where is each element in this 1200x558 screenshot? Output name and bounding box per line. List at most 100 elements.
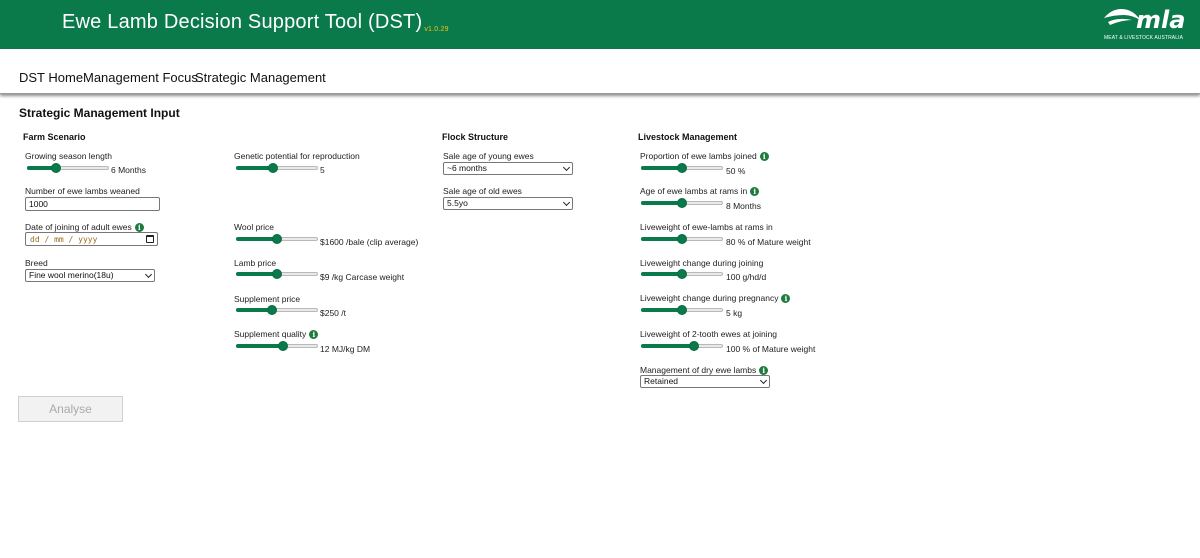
calendar-icon[interactable] (146, 235, 154, 243)
liveweight-at-rams-value: 80 % of Mature weight (726, 237, 811, 247)
slider-thumb[interactable] (272, 234, 282, 244)
lamb-price-label: Lamb price (234, 258, 277, 268)
slider-thumb[interactable] (677, 163, 687, 173)
growing-season-value: 6 Months (111, 165, 146, 175)
slider-fill (236, 272, 277, 276)
slider-thumb[interactable] (51, 163, 61, 173)
growing-season-label: Growing season length (25, 151, 112, 161)
old-ewes-select-value: 5.5yo (447, 198, 468, 208)
lamb-price-slider[interactable] (236, 269, 318, 279)
old-ewes-label: Sale age of old ewes (443, 186, 522, 196)
genetic-potential-label: Genetic potential for reproduction (234, 151, 360, 161)
slider-thumb[interactable] (689, 341, 699, 351)
slider-thumb[interactable] (677, 305, 687, 315)
proportion-joined-label-text: Proportion of ewe lambs joined (640, 151, 757, 161)
lw-change-pregnancy-value: 5 kg (726, 308, 743, 318)
ewe-lambs-weaned-input[interactable]: 1000 (25, 197, 160, 211)
age-at-rams-value: 8 Months (726, 201, 761, 211)
liveweight-at-rams-slider[interactable] (641, 234, 723, 244)
supplement-quality-slider[interactable] (236, 341, 318, 351)
young-ewes-select-value: ~6 months (447, 163, 487, 173)
supplement-quality-value: 12 MJ/kg DM (320, 344, 371, 354)
young-ewes-select[interactable]: ~6 months (443, 162, 573, 175)
lw-change-joining-slider[interactable] (641, 269, 723, 279)
slider-fill (641, 237, 682, 241)
nav-management-focus[interactable]: Management Focus (83, 70, 198, 85)
breed-select[interactable]: Fine wool merino(18u) (25, 269, 155, 282)
slider-thumb[interactable] (677, 269, 687, 279)
logo-subtext: MEAT & LIVESTOCK AUSTRALIA (1104, 35, 1184, 41)
wool-price-slider[interactable] (236, 234, 318, 244)
lw-two-tooth-label: Liveweight of 2-tooth ewes at joining (640, 329, 778, 339)
app-title: Ewe Lamb Decision Support Tool (DST) v1.0… (62, 11, 449, 34)
breed-select-value: Fine wool merino(18u) (29, 270, 114, 280)
young-ewes-label: Sale age of young ewes (443, 151, 534, 161)
joining-date-placeholder: dd / mm / yyyy (30, 235, 98, 244)
slider-thumb[interactable] (278, 341, 288, 351)
chevron-down-icon (562, 163, 571, 172)
supplement-price-value: $250 /t (320, 308, 346, 318)
analyse-button[interactable]: Analyse (18, 396, 123, 422)
age-at-rams-slider[interactable] (641, 198, 723, 208)
liveweight-at-rams-label: Liveweight of ewe-lambs at rams in (640, 222, 773, 232)
lw-change-pregnancy-label-text: Liveweight change during pregnancy (640, 293, 779, 303)
age-at-rams-label: Age of ewe lambs at rams in i (640, 186, 760, 196)
info-icon[interactable]: i (750, 186, 760, 196)
slider-fill (641, 201, 682, 205)
slider-fill (236, 237, 277, 241)
joining-date-label-text: Date of joining of adult ewes (25, 222, 132, 232)
info-icon[interactable]: i (134, 222, 144, 232)
supplement-quality-label-text: Supplement quality (234, 329, 307, 339)
genetic-potential-slider[interactable] (236, 163, 318, 173)
info-icon[interactable]: i (759, 365, 769, 375)
genetic-potential-value: 5 (320, 165, 325, 175)
chevron-down-icon (144, 270, 153, 279)
old-ewes-select[interactable]: 5.5yo (443, 197, 573, 210)
nav-strategic-management[interactable]: Strategic Management (195, 70, 326, 85)
lw-change-pregnancy-label: Liveweight change during pregnancy i (640, 293, 791, 303)
dry-ewe-lambs-label: Management of dry ewe lambs i (640, 365, 769, 375)
info-icon[interactable]: i (759, 151, 769, 161)
lw-change-joining-label: Liveweight change during joining (640, 258, 764, 268)
lw-change-pregnancy-slider[interactable] (641, 305, 723, 315)
slider-thumb[interactable] (268, 163, 278, 173)
wool-price-label: Wool price (234, 222, 274, 232)
nav-dst-home[interactable]: DST Home (19, 70, 83, 85)
lw-two-tooth-slider[interactable] (641, 341, 723, 351)
slider-thumb[interactable] (272, 269, 282, 279)
app-title-text: Ewe Lamb Decision Support Tool (DST) (62, 11, 423, 33)
info-icon[interactable]: i (781, 293, 791, 303)
chevron-down-icon (562, 198, 571, 207)
main-nav: DST Home Management Focus Strategic Mana… (0, 49, 1200, 94)
joining-date-input[interactable]: dd / mm / yyyy (25, 232, 158, 246)
dry-ewe-lambs-label-text: Management of dry ewe lambs (640, 365, 757, 375)
supplement-quality-label: Supplement quality i (234, 329, 319, 339)
lamb-price-value: $9 /kg Carcase weight (320, 272, 405, 282)
breed-label: Breed (25, 258, 48, 268)
page-title: Strategic Management Input (19, 106, 180, 120)
farm-scenario-title: Farm Scenario (23, 132, 86, 142)
slider-thumb[interactable] (677, 234, 687, 244)
lw-two-tooth-value: 100 % of Mature weight (726, 344, 816, 354)
joining-date-label: Date of joining of adult ewes i (25, 222, 144, 232)
slider-thumb[interactable] (677, 198, 687, 208)
slider-fill (641, 308, 682, 312)
wool-price-value: $1600 /bale (clip average) (320, 237, 419, 247)
slider-fill (236, 344, 283, 348)
chevron-down-icon (759, 376, 768, 385)
proportion-joined-value: 50 % (726, 166, 746, 176)
slider-thumb[interactable] (267, 305, 277, 315)
lw-change-joining-value: 100 g/hd/d (726, 272, 767, 282)
mla-logo[interactable]: mla MEAT & LIVESTOCK AUSTRALIA (1100, 4, 1192, 44)
info-icon[interactable]: i (309, 329, 319, 339)
supplement-price-label: Supplement price (234, 294, 301, 304)
supplement-price-slider[interactable] (236, 305, 318, 315)
slider-fill (641, 272, 682, 276)
dry-ewe-lambs-select-value: Retained (644, 376, 679, 386)
app-header: Ewe Lamb Decision Support Tool (DST) v1.0… (0, 0, 1200, 49)
proportion-joined-slider[interactable] (641, 163, 723, 173)
growing-season-slider[interactable] (27, 163, 109, 173)
slider-fill (641, 344, 694, 348)
dry-ewe-lambs-select[interactable]: Retained (640, 375, 770, 388)
ewe-lambs-weaned-label: Number of ewe lambs weaned (25, 186, 140, 196)
